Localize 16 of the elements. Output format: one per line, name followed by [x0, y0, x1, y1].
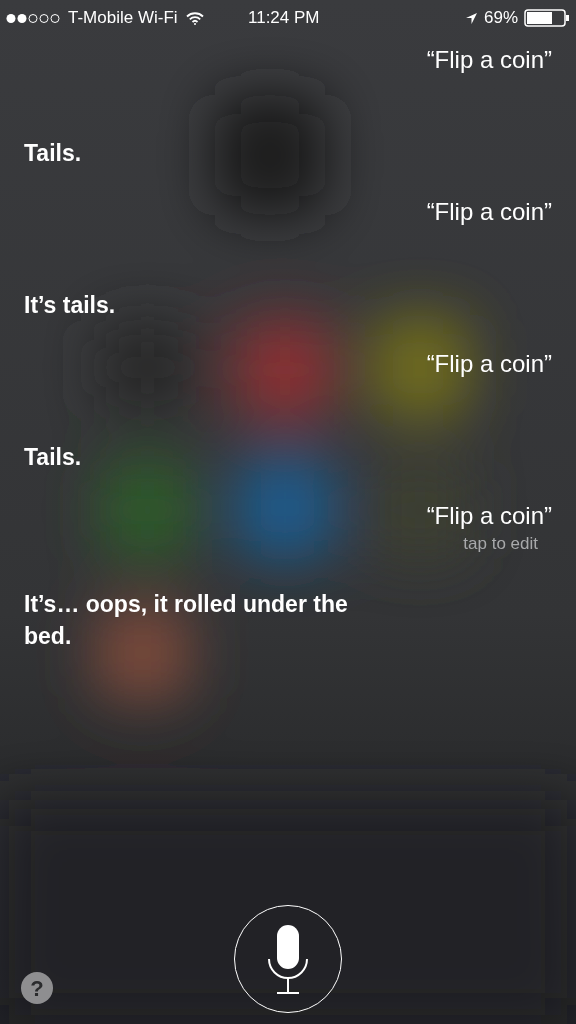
location-arrow-icon [464, 11, 478, 25]
battery-percentage: 69% [483, 7, 518, 30]
carrier-name: T-Mobile Wi-Fi [68, 7, 178, 30]
user-request[interactable]: “Flip a coin” [426, 501, 552, 531]
siri-response: Tails. [24, 443, 83, 472]
microphone-icon [265, 923, 311, 995]
wifi-icon [185, 11, 204, 25]
user-request[interactable]: “Flip a coin” [426, 45, 552, 75]
siri-response: It’s tails. [24, 291, 117, 320]
battery-icon [524, 9, 570, 27]
siri-response: It’s… oops, it rolled under the bed. [24, 590, 349, 651]
edit-hint: tap to edit [463, 533, 538, 555]
siri-response: Tails. [24, 139, 83, 168]
user-request[interactable]: “Flip a coin” [426, 197, 552, 227]
clock-time: 11:24 PM [248, 7, 320, 30]
user-request[interactable]: “Flip a coin” [426, 349, 552, 379]
